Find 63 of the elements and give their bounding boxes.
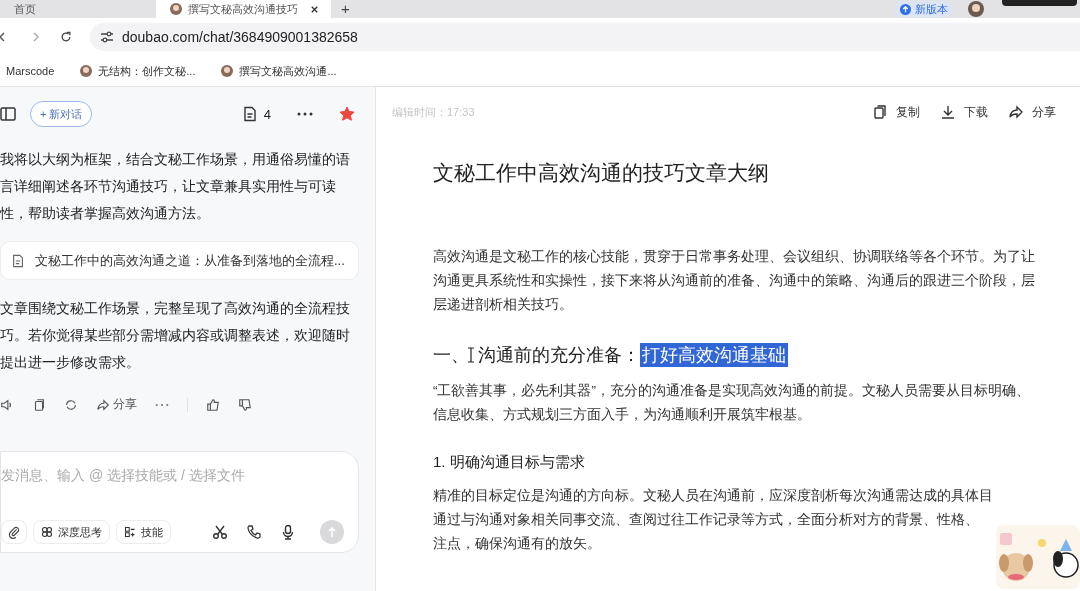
paragraph-line: 层递进剖析相关技巧。 [433,296,574,314]
thumbs-down-icon[interactable] [238,397,252,412]
grid-icon [124,526,136,538]
heading-text: 打好高效沟通基础 [640,343,788,367]
new-chat-button[interactable]: + 新对话 [30,101,93,127]
address-bar[interactable]: doubao.com/chat/3684909001382658 [90,23,1080,51]
paragraph-line: “工欲善其事，必先利其器”，充分的沟通准备是实现高效沟通的前提。文秘人员需要从目标明确、 [433,382,1031,400]
browser-tab[interactable]: 首页 [0,0,156,18]
download-button[interactable]: 下载 [940,103,988,121]
download-icon [940,104,956,120]
reload-icon[interactable] [60,30,72,44]
site-settings-icon[interactable] [100,30,114,44]
speaker-icon[interactable] [0,397,14,412]
heading-text: 一、 [433,344,469,367]
new-tab-button[interactable]: + [341,0,350,18]
heading-text: 1. 明确沟通目标与需求 [433,453,585,470]
avatar-icon[interactable] [968,1,984,17]
avatar-icon [170,3,182,15]
document-count: 4 [263,106,271,122]
paragraph-line: 通过与沟通对象相关同事交流、查阅过往工作记录等方式，全面分析对方的背景、性格、 [433,511,980,529]
skill-chip[interactable]: 技能 [116,520,171,544]
bookmark[interactable]: Marscode [6,65,55,77]
attach-button[interactable] [1,520,27,544]
copy-button[interactable]: 复制 [872,103,920,121]
bookmark[interactable]: 撰写文秘高效沟通... [221,63,337,79]
message-input[interactable]: 发消息、输入 @ 选择技能或 / 选择文件 深度思考 技能 [0,451,359,553]
share-icon [1008,104,1024,120]
paragraph-line: 信息收集、方式规划三方面入手，为沟通顺利开展筑牢根基。 [433,406,812,424]
paragraph-line: 沟通更具系统性和实操性，接下来将从沟通前的准备、沟通中的策略、沟通后的跟进三个阶段，层 [433,272,1036,290]
chat-message: 我将以大纲为框架，结合文秘工作场景，用通俗易懂的语言详细阐述各环节沟通技巧，让文章兼具实用性与可读性，帮助读者掌握高效沟通方法。 [0,150,351,223]
copy-icon[interactable] [32,397,46,412]
sidebar-toggle-icon[interactable] [0,106,16,122]
more-icon[interactable] [297,112,313,116]
copy-icon [872,104,888,120]
heading-text: 沟通前的充分准备： [478,344,640,367]
url-text: doubao.com/chat/3684909001382658 [122,29,358,45]
close-icon[interactable] [310,4,319,14]
atom-icon [41,526,53,538]
chat-message: 文章围绕文秘工作场景，完整呈现了高效沟通的全流程技巧。若你觉得某些部分需增减内容或调整表述，欢迎随时提出进一步修改需求。 [0,299,351,372]
phone-icon[interactable] [246,524,262,540]
refresh-icon[interactable] [64,397,78,412]
share-icon [96,397,110,412]
share-button[interactable]: 分享 [1008,103,1056,121]
text-cursor-icon [467,347,475,363]
scissors-icon[interactable] [212,524,228,540]
paragraph-line: 高效沟通是文秘工作的核心技能，贯穿于日常事务处理、会议组织、协调联络等各个环节。为了让 [433,248,1036,266]
paperclip-icon [7,525,21,539]
paragraph-line: 精准的目标定位是沟通的方向标。文秘人员在沟通前，应深度剖析每次沟通需达成的具体目 [433,487,994,505]
document-card[interactable]: 文秘工作中的高效沟通之道：从准备到落地的全流程... [0,241,359,280]
document-title: 文秘工作中高效沟通的技巧文章大纲 [433,160,770,186]
update-button[interactable]: 新版本 [894,1,954,17]
microphone-icon[interactable] [280,524,296,540]
upload-icon [900,3,911,15]
document-icon[interactable] [241,106,258,122]
document-icon [11,253,25,268]
paragraph-line: 注点，确保沟通有的放矢。 [433,535,602,553]
document-title: 文秘工作中的高效沟通之道：从准备到落地的全流程... [35,251,345,270]
bookmark[interactable]: 无结构：创作文秘... [80,63,196,79]
thumbs-up-icon[interactable] [206,397,220,412]
share-button[interactable]: 分享 [96,396,137,413]
browser-tab[interactable]: 撰写文秘高效沟通技巧 [156,0,331,18]
star-icon[interactable] [339,106,355,122]
skill-chip[interactable]: 深度思考 [33,520,110,544]
